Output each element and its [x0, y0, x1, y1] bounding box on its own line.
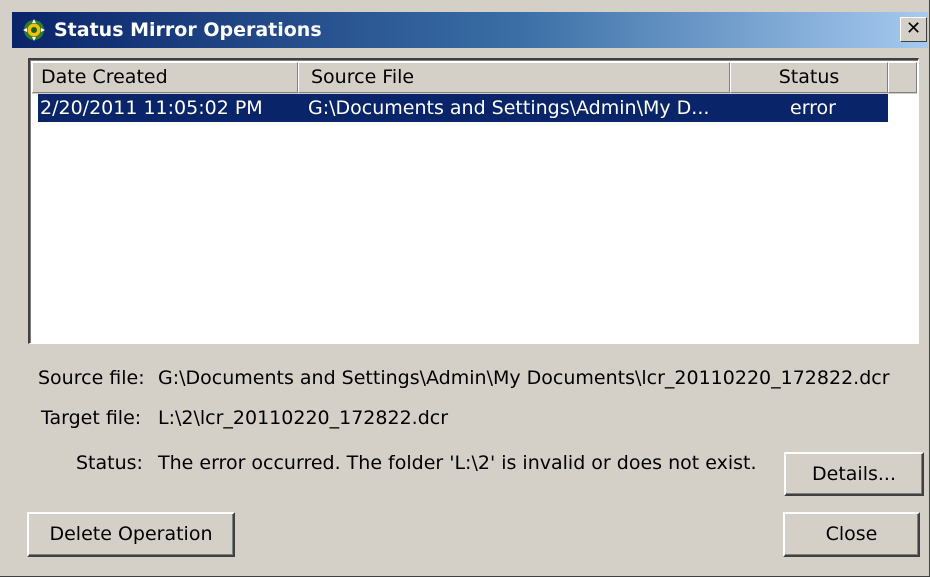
row-status: error [790, 97, 836, 119]
source-file-label: Source file: [38, 367, 145, 389]
close-button[interactable]: Close [783, 512, 920, 557]
source-file-value: G:\Documents and Settings\Admin\My Docum… [158, 367, 890, 389]
mirror-app-icon [23, 19, 45, 41]
title-bar[interactable]: Status Mirror Operations [12, 12, 928, 48]
row-source-file: G:\Documents and Settings\Admin\My D... [308, 97, 710, 119]
column-header-source-file[interactable]: Source File [298, 62, 730, 93]
delete-operation-button[interactable]: Delete Operation [27, 512, 235, 557]
details-button[interactable]: Details... [784, 452, 924, 496]
status-mirror-operations-dialog: Status Mirror Operations ✕ Date Created … [0, 0, 930, 577]
window-title: Status Mirror Operations [54, 19, 322, 41]
operations-list[interactable]: Date Created Source File Status 2/20/201… [28, 58, 919, 344]
status-label: Status: [76, 452, 143, 474]
row-date-created: 2/20/2011 11:05:02 PM [40, 97, 263, 119]
close-window-button[interactable]: ✕ [900, 17, 927, 42]
target-file-label: Target file: [41, 407, 142, 429]
status-message: The error occurred. The folder 'L:\2' is… [158, 452, 757, 474]
column-header-filler [888, 62, 917, 93]
target-file-value: L:\2\lcr_20110220_172822.dcr [158, 407, 449, 429]
close-icon: ✕ [905, 18, 922, 39]
list-header: Date Created Source File Status [32, 62, 917, 94]
column-header-date-created[interactable]: Date Created [32, 62, 298, 93]
list-row-selected[interactable]: 2/20/2011 11:05:02 PM G:\Documents and S… [38, 94, 888, 122]
column-header-status[interactable]: Status [730, 62, 888, 93]
